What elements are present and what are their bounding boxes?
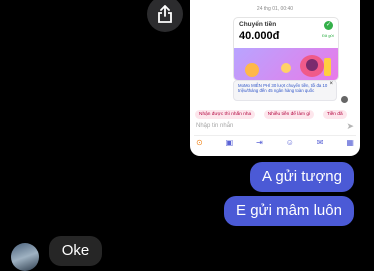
promo-illustration [234, 48, 338, 80]
close-icon: × [329, 81, 333, 87]
send-icon: ➤ [346, 121, 354, 131]
transfer-icon: ⇥ [256, 138, 263, 147]
chip: Tiền đã [322, 110, 347, 119]
share-icon [158, 5, 172, 23]
image-icon: ▣ [225, 138, 234, 147]
avatar[interactable] [11, 243, 39, 271]
transfer-title: Chuyển tiền [239, 21, 277, 28]
transfer-amount: 40.000đ [239, 30, 280, 42]
transfer-card: Chuyển tiền 40.000đ ✓ Đã gửi [233, 17, 339, 81]
transfer-status: Đã gửi [321, 33, 334, 38]
quick-reply-chips: Nhận được thì nhắn nha Nhiều tiền để làm… [195, 110, 351, 120]
incoming-message[interactable]: Oke [49, 236, 102, 266]
outgoing-message[interactable]: E gửi mâm luôn [224, 196, 354, 226]
check-icon: ✓ [324, 21, 333, 30]
composer-toolbar: ⊙ ▣ ⇥ ☺ ✉ ▦ [196, 138, 354, 148]
chip: Nhiều tiền để làm gì [263, 110, 315, 119]
outgoing-message[interactable]: A gửi tượng [250, 162, 354, 192]
chip: Nhận được thì nhắn nha [195, 110, 256, 119]
coin-icon: ⊙ [196, 138, 203, 147]
screenshot-date: 24 thg 01, 00:40 [256, 6, 294, 12]
share-button[interactable] [147, 0, 183, 32]
composer: Nhập tin nhắn ➤ [194, 121, 356, 136]
promo-banner: MoMo MIỄN PHÍ 30 lượt chuyển tiền, tối đ… [233, 80, 337, 101]
avatar [341, 96, 348, 103]
game-icon: ▦ [346, 138, 354, 147]
message-input: Nhập tin nhắn [196, 123, 234, 129]
sticker-icon: ☺ [285, 138, 294, 147]
shared-screenshot[interactable]: 24 thg 01, 00:40 Chuyển tiền 40.000đ ✓ Đ… [190, 0, 360, 156]
mascot-illustration [245, 55, 331, 77]
promo-text: MoMo MIỄN PHÍ 30 lượt chuyển tiền, tối đ… [238, 83, 328, 93]
gift-icon: ✉ [316, 138, 324, 147]
